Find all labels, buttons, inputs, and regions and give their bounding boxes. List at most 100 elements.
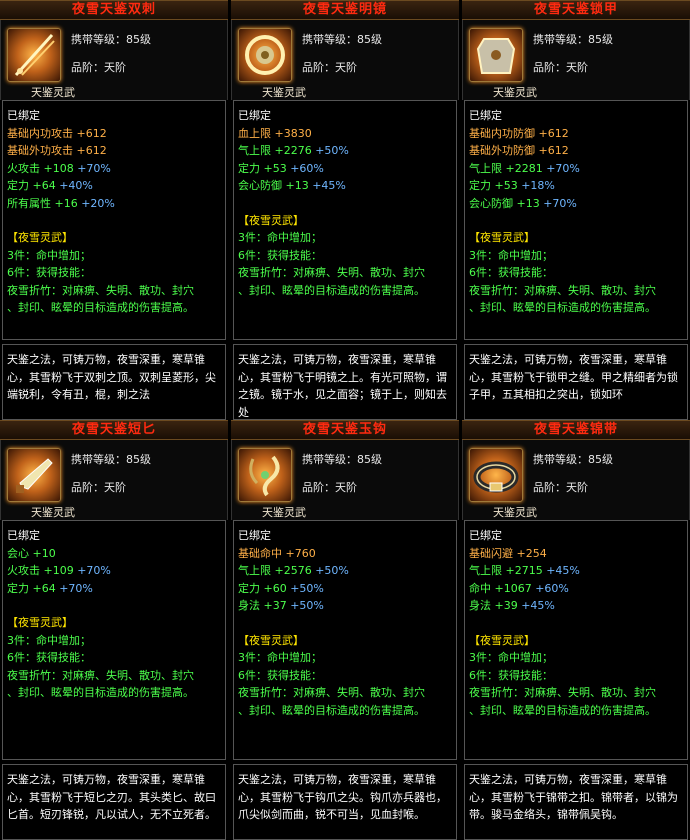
item-description: 天鉴之法，可铸万物，夜雪深重，寒草锥心，其雪粉飞于锦带之扣。锦带者，以锦为带。骏… — [464, 764, 688, 840]
item-header: 携带等级：85级 品阶：天阶 天鉴灵武 — [231, 440, 459, 520]
set-bonus-3: 3件：命中增加； — [7, 248, 91, 262]
set-name: 【夜雪灵武】 — [7, 616, 73, 629]
skill-line: 、封印、眩晕的目标造成的伤害提高。 — [7, 686, 194, 699]
set-bonus-6: 6件：获得技能： — [469, 668, 553, 682]
stats-panel: 已绑定 血上限 +3830 气上限 +2276 +50% 定力 +53 +60%… — [233, 100, 457, 340]
stat-row: 定力 +53 +18% — [469, 179, 555, 192]
item-card: 夜雪天鉴短匕 携带等级：85级 品阶：天阶 天鉴灵武 已绑定 会心 +10 火攻… — [0, 420, 228, 840]
item-description: 天鉴之法，可铸万物，夜雪深重，寒草锥心，其雪粉飞于锁甲之缝。甲之精细者为锁子甲，… — [464, 344, 688, 420]
item-title: 夜雪天鉴锦带 — [462, 420, 690, 440]
bound-status: 已绑定 — [469, 529, 502, 542]
item-grade: 品阶：天阶 — [71, 481, 126, 494]
item-title: 夜雪天鉴明镜 — [231, 0, 459, 20]
item-card: 夜雪天鉴明镜 携带等级：85级 品阶：天阶 天鉴灵武 已绑定 血上限 +3830… — [231, 0, 459, 420]
stat-row: 火攻击 +108 +70% — [7, 161, 111, 175]
set-name: 【夜雪灵武】 — [469, 231, 535, 244]
item-title: 夜雪天鉴玉钩 — [231, 420, 459, 440]
item-grade: 品阶：天阶 — [302, 481, 357, 494]
item-subtitle: 天鉴灵武 — [31, 86, 75, 99]
belt-icon[interactable] — [469, 448, 523, 502]
item-header: 携带等级：85级 品阶：天阶 天鉴灵武 — [462, 440, 690, 520]
item-description: 天鉴之法，可铸万物，夜雪深重，寒草锥心，其雪粉飞于明镜之上。有光可照物，谓之镜。… — [233, 344, 457, 420]
required-level: 携带等级：85级 — [533, 33, 613, 46]
mirror-icon[interactable] — [238, 28, 292, 82]
required-level: 携带等级：85级 — [533, 453, 613, 466]
item-card: 夜雪天鉴双刺 携带等级：85级 品阶：天阶 天鉴灵武 已绑定 基础内功攻击 +6… — [0, 0, 228, 420]
item-grade: 品阶：天阶 — [533, 481, 588, 494]
stat-row: 基础内功防御 +612 — [469, 126, 569, 140]
skill-line: 夜雪折竹：对麻痹、失明、散功、封穴 — [7, 283, 194, 297]
required-level: 携带等级：85级 — [71, 33, 151, 46]
stat-row: 基础内功攻击 +612 — [7, 126, 107, 140]
set-name: 【夜雪灵武】 — [7, 231, 73, 244]
item-description: 天鉴之法，可铸万物，夜雪深重，寒草锥心，其雪粉飞于短匕之刃。其头类匕、故曰匕首。… — [2, 764, 226, 840]
stat-row: 基础闪避 +254 — [469, 546, 547, 560]
skill-line: 、封印、眩晕的目标造成的伤害提高。 — [469, 703, 656, 717]
item-subtitle: 天鉴灵武 — [31, 506, 75, 519]
skill-line: 夜雪折竹：对麻痹、失明、散功、封穴 — [469, 686, 656, 699]
stat-row: 基础外功防御 +612 — [469, 144, 569, 157]
set-bonus-6: 6件：获得技能： — [469, 266, 553, 279]
stat-row: 气上限 +2281 +70% — [469, 161, 580, 175]
item-title: 夜雪天鉴双刺 — [0, 0, 228, 20]
item-card: 夜雪天鉴锦带 携带等级：85级 品阶：天阶 天鉴灵武 已绑定 基础闪避 +254… — [462, 420, 690, 840]
skill-line: 、封印、眩晕的目标造成的伤害提高。 — [469, 301, 656, 314]
skill-line: 、封印、眩晕的目标造成的伤害提高。 — [7, 301, 194, 314]
stat-row: 身法 +37 +50% — [238, 599, 324, 612]
short-dagger-icon[interactable] — [7, 448, 61, 502]
required-level: 携带等级：85级 — [302, 453, 382, 466]
set-bonus-6: 6件：获得技能： — [238, 668, 322, 682]
item-tooltip-grid: 夜雪天鉴双刺 携带等级：85级 品阶：天阶 天鉴灵武 已绑定 基础内功攻击 +6… — [0, 0, 690, 840]
skill-line: 夜雪折竹：对麻痹、失明、散功、封穴 — [238, 686, 425, 699]
required-level: 携带等级：85级 — [71, 453, 151, 466]
stat-row: 气上限 +2276 +50% — [238, 144, 349, 157]
jade-hook-icon[interactable] — [238, 448, 292, 502]
item-subtitle: 天鉴灵武 — [493, 86, 537, 99]
skill-line: 、封印、眩晕的目标造成的伤害提高。 — [238, 283, 425, 297]
required-level: 携带等级：85级 — [302, 33, 382, 46]
skill-line: 夜雪折竹：对麻痹、失明、散功、封穴 — [469, 283, 656, 297]
stat-row: 气上限 +2576 +50% — [238, 564, 349, 577]
set-bonus-6: 6件：获得技能： — [7, 651, 91, 664]
stat-row: 气上限 +2715 +45% — [469, 564, 580, 577]
skill-line: 夜雪折竹：对麻痹、失明、散功、封穴 — [238, 266, 425, 279]
set-bonus-3: 3件：命中增加； — [469, 248, 553, 262]
armor-icon[interactable] — [469, 28, 523, 82]
set-name: 【夜雪灵武】 — [469, 633, 535, 647]
stat-row: 会心防御 +13 +70% — [469, 196, 577, 210]
stats-panel: 已绑定 会心 +10 火攻击 +109 +70% 定力 +64 +70% 【夜雪… — [2, 520, 226, 760]
item-title: 夜雪天鉴锁甲 — [462, 0, 690, 20]
skill-line: 夜雪折竹：对麻痹、失明、散功、封穴 — [7, 668, 194, 682]
bound-status: 已绑定 — [238, 529, 271, 542]
item-header: 携带等级：85级 品阶：天阶 天鉴灵武 — [0, 440, 228, 520]
item-header: 携带等级：85级 品阶：天阶 天鉴灵武 — [231, 20, 459, 100]
item-grade: 品阶：天阶 — [302, 61, 357, 74]
item-card: 夜雪天鉴玉钩 携带等级：85级 品阶：天阶 天鉴灵武 已绑定 基础命中 +760… — [231, 420, 459, 840]
item-subtitle: 天鉴灵武 — [262, 86, 306, 99]
stat-row: 血上限 +3830 — [238, 126, 312, 140]
item-title: 夜雪天鉴短匕 — [0, 420, 228, 440]
bound-status: 已绑定 — [7, 109, 40, 122]
stat-row: 命中 +1067 +60% — [469, 581, 569, 595]
item-grade: 品阶：天阶 — [71, 61, 126, 74]
stat-row: 定力 +64 +40% — [7, 179, 93, 192]
stat-row: 定力 +64 +70% — [7, 581, 93, 595]
set-bonus-3: 3件：命中增加； — [7, 633, 91, 647]
stat-row: 会心防御 +13 +45% — [238, 179, 346, 192]
item-subtitle: 天鉴灵武 — [493, 506, 537, 519]
set-bonus-3: 3件：命中增加； — [238, 231, 322, 244]
stats-panel: 已绑定 基础内功攻击 +612 基础外功攻击 +612 火攻击 +108 +70… — [2, 100, 226, 340]
stat-row: 基础外功攻击 +612 — [7, 144, 107, 157]
item-card: 夜雪天鉴锁甲 携带等级：85级 品阶：天阶 天鉴灵武 已绑定 基础内功防御 +6… — [462, 0, 690, 420]
set-bonus-6: 6件：获得技能： — [7, 266, 91, 279]
stat-row: 火攻击 +109 +70% — [7, 564, 111, 577]
stat-row: 基础命中 +760 — [238, 546, 316, 560]
set-bonus-6: 6件：获得技能： — [238, 248, 322, 262]
twin-dagger-icon[interactable] — [7, 28, 61, 82]
set-name: 【夜雪灵武】 — [238, 633, 304, 647]
item-subtitle: 天鉴灵武 — [262, 506, 306, 519]
bound-status: 已绑定 — [469, 109, 502, 122]
stat-row: 所有属性 +16 +20% — [7, 196, 115, 210]
item-description: 天鉴之法，可铸万物，夜雪深重，寒草锥心，其雪粉飞于钩爪之尖。钩爪亦兵器也，爪尖似… — [233, 764, 457, 840]
set-bonus-3: 3件：命中增加； — [238, 651, 322, 664]
